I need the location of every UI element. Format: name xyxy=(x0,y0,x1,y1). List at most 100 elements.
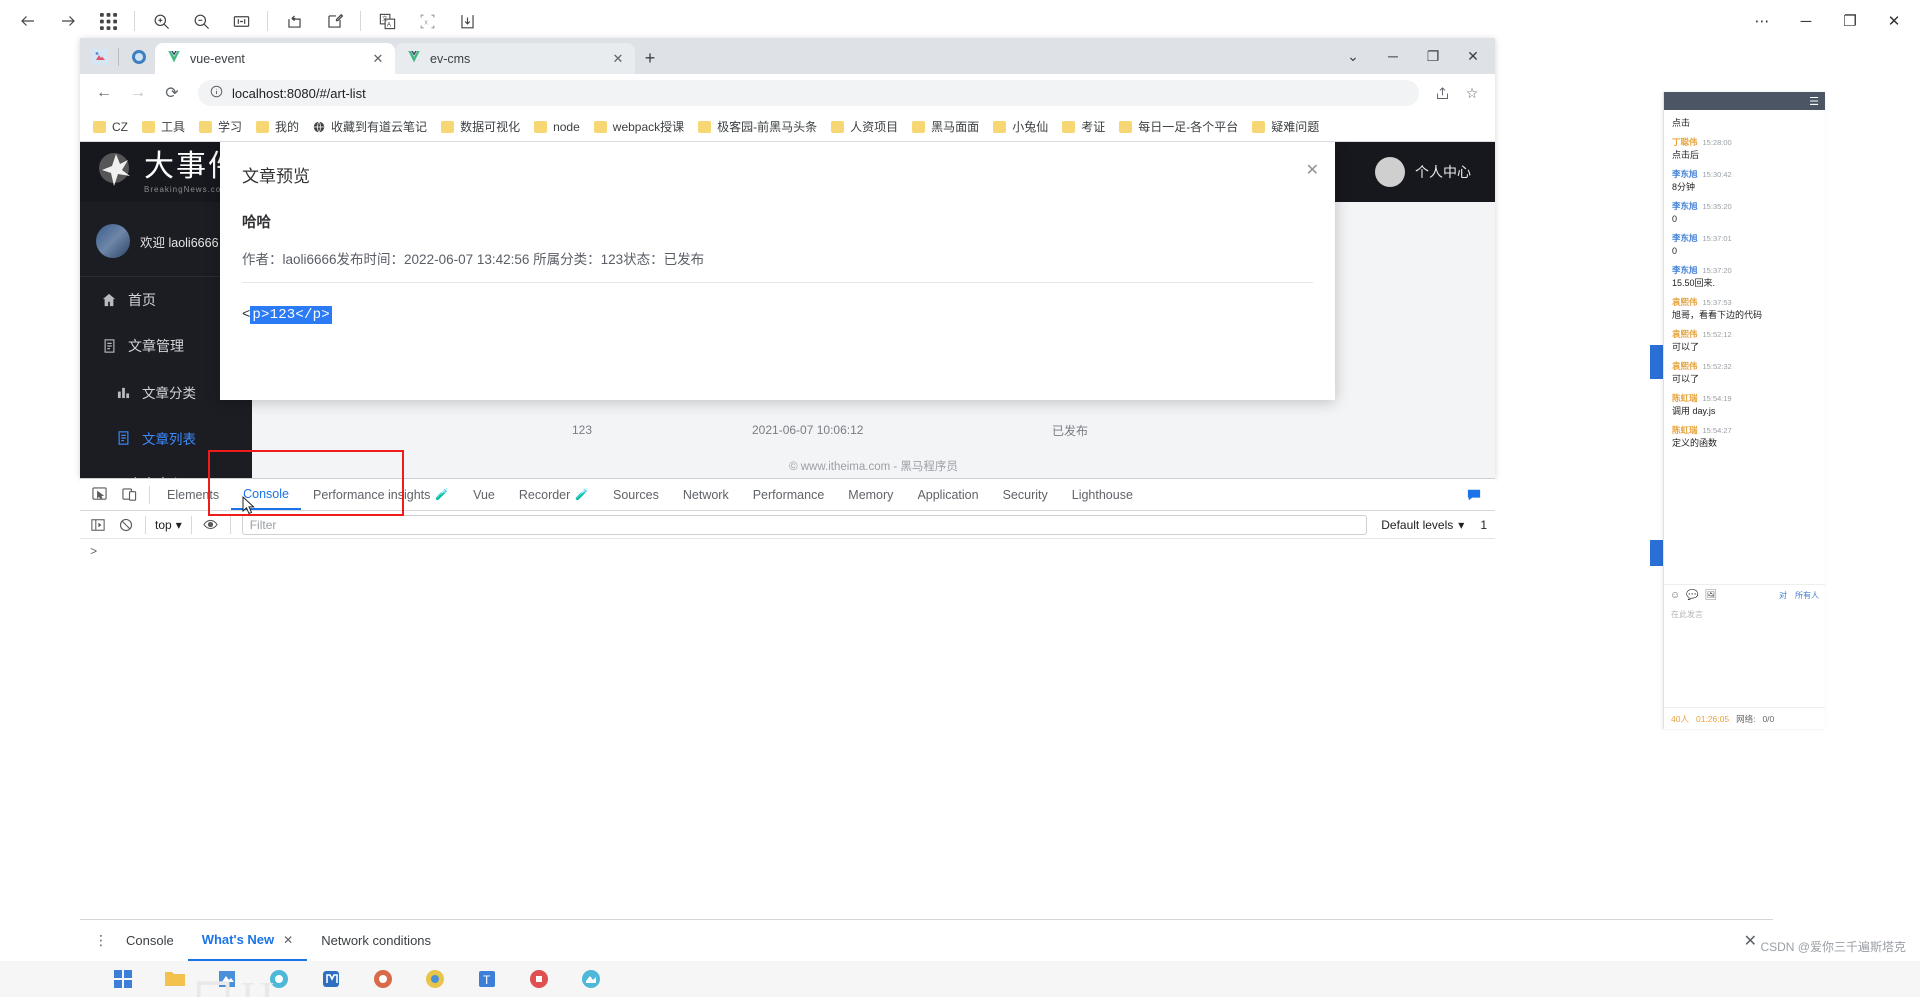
devtools-tab-vue[interactable]: Vue xyxy=(461,479,507,510)
devtools-tab-performance-insights[interactable]: Performance insights 🧪 xyxy=(301,479,461,510)
bookmark-item[interactable]: 疑难问题 xyxy=(1245,116,1326,137)
image-icon[interactable]: 🖼 xyxy=(1705,590,1718,601)
table-row[interactable]: 123 2021-06-07 10:06:12 已发布 xyxy=(272,420,1475,440)
address-bar[interactable]: localhost:8080/#/art-list xyxy=(198,80,1419,106)
chat-input[interactable]: 在此发言 xyxy=(1664,606,1825,676)
devtools-tab-application[interactable]: Application xyxy=(905,479,990,510)
bookmark-item[interactable]: 考证 xyxy=(1055,116,1112,137)
forward-arrow-icon[interactable] xyxy=(48,4,88,38)
console-levels-selector[interactable]: Default levels ▾ xyxy=(1373,518,1472,532)
bookmark-item[interactable]: 人资项目 xyxy=(824,116,905,137)
tab-search-chevron-icon[interactable]: ⌄ xyxy=(1333,39,1373,73)
live-expression-eye-icon[interactable] xyxy=(197,513,225,537)
ocr-icon[interactable]: x xyxy=(407,4,447,38)
devtools-tab-security[interactable]: Security xyxy=(991,479,1060,510)
browser-close-button[interactable]: ✕ xyxy=(1453,39,1493,73)
bookmark-item[interactable]: 工具 xyxy=(135,116,192,137)
console-filter-input[interactable]: Filter xyxy=(241,514,1368,535)
browser-tab-1[interactable]: ev-cms ✕ xyxy=(395,43,635,74)
console-issues-count[interactable]: 1 xyxy=(1472,518,1495,532)
taskbar-app-icon-5[interactable] xyxy=(422,966,448,992)
devtools-tab-lighthouse[interactable]: Lighthouse xyxy=(1060,479,1145,510)
devtools-tab-network[interactable]: Network xyxy=(671,479,741,510)
taskbar-app-icon-4[interactable] xyxy=(370,966,396,992)
drawer-tab-whats-new[interactable]: What's New ✕ xyxy=(187,920,308,961)
close-icon[interactable]: ✕ xyxy=(1306,160,1319,180)
devtools-tab-recorder[interactable]: Recorder 🧪 xyxy=(507,479,601,510)
maximize-button[interactable]: ❐ xyxy=(1828,1,1872,41)
bookmark-star-icon[interactable]: ☆ xyxy=(1457,79,1487,107)
bookmark-item[interactable]: 小兔仙 xyxy=(986,116,1055,137)
inspect-element-icon[interactable] xyxy=(84,481,114,509)
taskbar-start-icon[interactable] xyxy=(110,966,136,992)
clear-console-icon[interactable] xyxy=(112,513,140,537)
zoom-in-icon[interactable] xyxy=(141,4,181,38)
browser-maximize-button[interactable]: ❐ xyxy=(1413,39,1453,73)
chat-message-list[interactable]: 点击 丁聪伟 15:28:00 点击后 李东旭 15:30:42 8分钟 李东旭 15:3… xyxy=(1664,110,1825,600)
bookmark-item[interactable]: 收藏到有道云笔记 xyxy=(306,116,434,137)
devtools-tab-performance[interactable]: Performance xyxy=(741,479,837,510)
feedback-icon[interactable] xyxy=(1459,481,1489,509)
chat-audience-value[interactable]: 所有人 xyxy=(1795,590,1819,601)
new-tab-button[interactable]: + xyxy=(635,44,665,72)
bookmark-item[interactable]: 极客园-前黑马头条 xyxy=(691,116,824,137)
bookmark-item[interactable]: node xyxy=(527,118,587,136)
taskbar-app-icon-3[interactable] xyxy=(318,966,344,992)
bookmark-item[interactable]: 数据可视化 xyxy=(434,116,527,137)
browser-forward-button[interactable]: → xyxy=(122,78,154,108)
taskbar-app-icon-8[interactable] xyxy=(578,966,604,992)
bookmark-item[interactable]: webpack授课 xyxy=(587,116,691,137)
download-icon[interactable] xyxy=(447,4,487,38)
site-info-icon[interactable] xyxy=(210,85,223,101)
console-context-selector[interactable]: top ▾ xyxy=(151,518,186,532)
article-content[interactable]: < p>123</p> xyxy=(242,305,1313,324)
browser-back-button[interactable]: ← xyxy=(88,78,120,108)
translate-icon[interactable]: A文 xyxy=(367,4,407,38)
sidebar-item-article-list[interactable]: 文章列表 xyxy=(80,415,252,461)
edit-icon[interactable] xyxy=(314,4,354,38)
browser-minimize-button[interactable]: ─ xyxy=(1373,39,1413,73)
drawer-tab-network-conditions[interactable]: Network conditions xyxy=(307,920,445,961)
close-button[interactable]: ✕ xyxy=(1872,1,1916,41)
console-output[interactable]: > xyxy=(80,539,1495,747)
chat-side-marker-1[interactable] xyxy=(1650,345,1664,379)
console-sidebar-toggle-icon[interactable] xyxy=(84,513,112,537)
back-arrow-icon[interactable] xyxy=(8,4,48,38)
drawer-close-button[interactable]: ✕ xyxy=(1744,931,1757,951)
hamburger-menu-icon[interactable]: ☰ xyxy=(1809,95,1819,108)
taskbar-folder-icon[interactable] xyxy=(162,966,188,992)
close-icon[interactable]: ✕ xyxy=(283,933,293,947)
extension-icon-1[interactable] xyxy=(87,44,113,70)
browser-tab-1-close-icon[interactable]: ✕ xyxy=(609,50,627,68)
device-toolbar-icon[interactable] xyxy=(114,481,144,509)
browser-tab-0[interactable]: vue-event ✕ xyxy=(155,43,395,74)
grid-apps-icon[interactable] xyxy=(88,4,128,38)
bookmark-item[interactable]: 学习 xyxy=(192,116,249,137)
extension-icon-2[interactable] xyxy=(126,44,152,70)
drawer-tab-console[interactable]: Console xyxy=(112,920,188,961)
fit-width-icon[interactable] xyxy=(221,4,261,38)
avatar[interactable] xyxy=(1375,157,1405,187)
bookmark-item[interactable]: 我的 xyxy=(249,116,306,137)
taskbar-app-icon-6[interactable]: T xyxy=(474,966,500,992)
header-user-area[interactable]: 个人中心 xyxy=(1375,157,1471,187)
taskbar-app-icon-7[interactable] xyxy=(526,966,552,992)
sidebar-item-profile[interactable]: 个人中心 xyxy=(80,461,252,478)
rotate-icon[interactable] xyxy=(274,4,314,38)
bookmark-item[interactable]: CZ xyxy=(86,118,135,136)
browser-reload-button[interactable]: ⟳ xyxy=(156,78,188,108)
share-icon[interactable] xyxy=(1427,79,1457,107)
devtools-tab-memory[interactable]: Memory xyxy=(836,479,905,510)
minimize-button[interactable]: ─ xyxy=(1784,1,1828,41)
devtools-tab-elements[interactable]: Elements xyxy=(155,479,231,510)
bookmark-item[interactable]: 每日一足-各个平台 xyxy=(1112,116,1245,137)
browser-tab-0-close-icon[interactable]: ✕ xyxy=(369,50,387,68)
devtools-tab-sources[interactable]: Sources xyxy=(601,479,671,510)
more-options-button[interactable]: ⋯ xyxy=(1740,1,1784,41)
message-icon[interactable]: 💬 xyxy=(1686,590,1698,601)
drawer-more-icon[interactable]: ⋮ xyxy=(90,932,112,949)
selected-code-text[interactable]: p>123</p> xyxy=(250,306,332,324)
bookmark-item[interactable]: 黑马面面 xyxy=(905,116,986,137)
chat-side-marker-2[interactable] xyxy=(1650,540,1664,566)
emoji-icon[interactable]: ☺ xyxy=(1670,590,1680,601)
